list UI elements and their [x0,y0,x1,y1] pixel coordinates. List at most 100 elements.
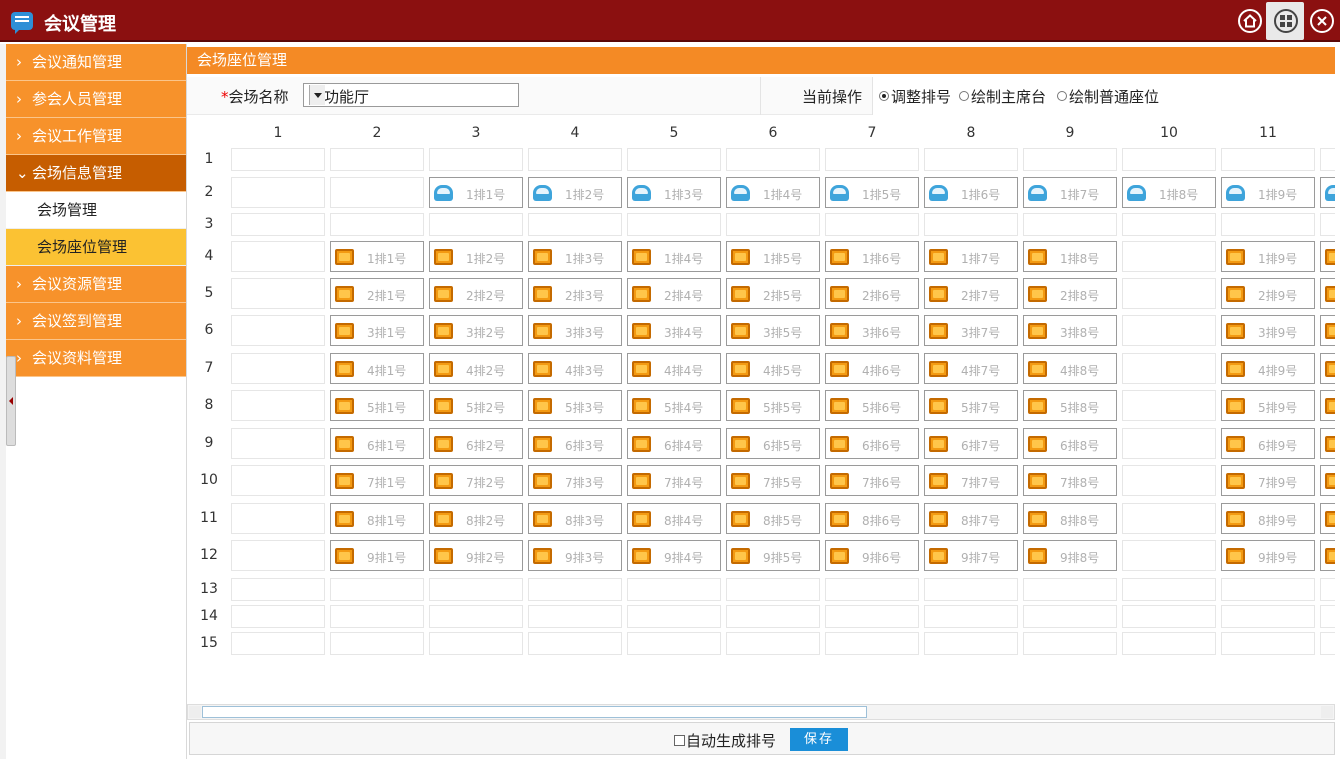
scroll-right-icon[interactable] [1321,706,1333,718]
seat-cell[interactable]: 2排2号 [429,278,523,309]
seat-cell[interactable]: 9排7号 [924,540,1018,571]
seat-cell[interactable]: 5排1号 [330,390,424,421]
empty-grid-cell[interactable] [924,213,1018,236]
scrollbar-thumb[interactable] [202,706,867,718]
empty-grid-cell[interactable] [1122,278,1216,309]
seat-cell[interactable]: 3排6号 [825,315,919,346]
empty-grid-cell[interactable] [627,578,721,601]
empty-grid-cell[interactable] [330,605,424,628]
seat-cell[interactable]: 7排3号 [528,465,622,496]
seat-cell[interactable]: 9排6号 [825,540,919,571]
seat-cell[interactable]: 2排9号 [1221,278,1315,309]
empty-grid-cell[interactable] [1320,605,1335,628]
seat-cell[interactable]: 6排3号 [528,428,622,459]
seat-cell[interactable]: 7排5号 [726,465,820,496]
seat-cell[interactable]: 8排9号 [1221,503,1315,534]
seat-cell[interactable]: 1排4号 [726,177,820,208]
home-button[interactable] [1238,9,1262,33]
seat-cell[interactable]: 5排6号 [825,390,919,421]
seat-cell[interactable]: 7排4号 [627,465,721,496]
seat-cell[interactable]: 2排5号 [726,278,820,309]
empty-grid-cell[interactable] [726,213,820,236]
empty-grid-cell[interactable] [231,148,325,171]
dropdown-arrow-icon[interactable] [309,85,325,105]
empty-grid-cell[interactable] [924,148,1018,171]
empty-grid-cell[interactable] [330,148,424,171]
seat-cell[interactable]: 4排6号 [825,353,919,384]
seat-cell[interactable]: 1排3号 [627,177,721,208]
seat-cell[interactable]: 4排1号 [330,353,424,384]
empty-grid-cell[interactable] [231,428,325,459]
sidebar-item-documents[interactable]: › 会议资料管理 [6,340,186,377]
empty-grid-cell[interactable] [924,605,1018,628]
seat-cell[interactable]: 4排4号 [627,353,721,384]
seat-cell[interactable]: 8排4号 [627,503,721,534]
seat-cell[interactable]: 3排4号 [627,315,721,346]
seat-cell[interactable]: 8排6号 [825,503,919,534]
seat-cell[interactable] [1320,177,1335,208]
radio-draw-normal-seat[interactable]: 绘制普通座位 [1057,86,1159,107]
auto-number-checkbox[interactable]: 自动生成排号 [674,730,776,751]
empty-grid-cell[interactable] [429,213,523,236]
empty-grid-cell[interactable] [1320,578,1335,601]
seat-cell[interactable]: 9排1号 [330,540,424,571]
seat-cell[interactable]: 4排7号 [924,353,1018,384]
seat-cell[interactable]: 9排8号 [1023,540,1117,571]
empty-grid-cell[interactable] [726,605,820,628]
save-button[interactable]: 保存 [790,728,848,751]
empty-grid-cell[interactable] [429,578,523,601]
seat-cell[interactable]: 6排5号 [726,428,820,459]
empty-grid-cell[interactable] [726,578,820,601]
seat-cell[interactable]: 1排6号 [924,177,1018,208]
seat-cell[interactable]: 3排2号 [429,315,523,346]
sidebar-item-venue-info[interactable]: ⌄ 会场信息管理 [6,155,186,192]
empty-grid-cell[interactable] [231,632,325,655]
empty-grid-cell[interactable] [1122,428,1216,459]
horizontal-scrollbar[interactable] [187,704,1335,720]
seat-cell[interactable] [1320,278,1335,309]
seat-cell[interactable]: 1排5号 [726,241,820,272]
seat-cell[interactable]: 4排9号 [1221,353,1315,384]
empty-grid-cell[interactable] [231,278,325,309]
seat-cell[interactable]: 6排1号 [330,428,424,459]
seat-cell[interactable]: 9排4号 [627,540,721,571]
sidebar-item-resources[interactable]: › 会议资源管理 [6,266,186,303]
empty-grid-cell[interactable] [1320,213,1335,236]
seat-cell[interactable]: 4排3号 [528,353,622,384]
seat-cell[interactable]: 5排8号 [1023,390,1117,421]
seat-cell[interactable]: 9排9号 [1221,540,1315,571]
empty-grid-cell[interactable] [231,177,325,208]
empty-grid-cell[interactable] [1122,465,1216,496]
seat-cell[interactable]: 8排8号 [1023,503,1117,534]
empty-grid-cell[interactable] [1122,390,1216,421]
empty-grid-cell[interactable] [330,213,424,236]
empty-grid-cell[interactable] [1122,315,1216,346]
seat-cell[interactable]: 7排1号 [330,465,424,496]
empty-grid-cell[interactable] [231,241,325,272]
empty-grid-cell[interactable] [1221,213,1315,236]
empty-grid-cell[interactable] [627,148,721,171]
empty-grid-cell[interactable] [429,605,523,628]
seat-cell[interactable]: 1排7号 [1023,177,1117,208]
seat-cell[interactable]: 1排3号 [528,241,622,272]
seat-cell[interactable]: 1排4号 [627,241,721,272]
seat-cell[interactable]: 1排9号 [1221,241,1315,272]
seat-cell[interactable]: 3排8号 [1023,315,1117,346]
empty-grid-cell[interactable] [825,605,919,628]
radio-adjust-numbering[interactable]: 调整排号 [879,86,951,107]
seat-cell[interactable]: 1排8号 [1023,241,1117,272]
seat-cell[interactable]: 5排4号 [627,390,721,421]
seat-cell[interactable] [1320,315,1335,346]
seat-cell[interactable]: 7排2号 [429,465,523,496]
empty-grid-cell[interactable] [429,632,523,655]
close-button[interactable] [1310,9,1334,33]
empty-grid-cell[interactable] [627,213,721,236]
empty-grid-cell[interactable] [231,503,325,534]
seat-cell[interactable]: 8排5号 [726,503,820,534]
seat-cell[interactable]: 6排6号 [825,428,919,459]
empty-grid-cell[interactable] [231,353,325,384]
radio-draw-podium[interactable]: 绘制主席台 [959,86,1046,107]
sidebar-collapse-handle[interactable] [6,356,16,446]
seat-cell[interactable]: 2排6号 [825,278,919,309]
seat-cell[interactable]: 1排1号 [330,241,424,272]
